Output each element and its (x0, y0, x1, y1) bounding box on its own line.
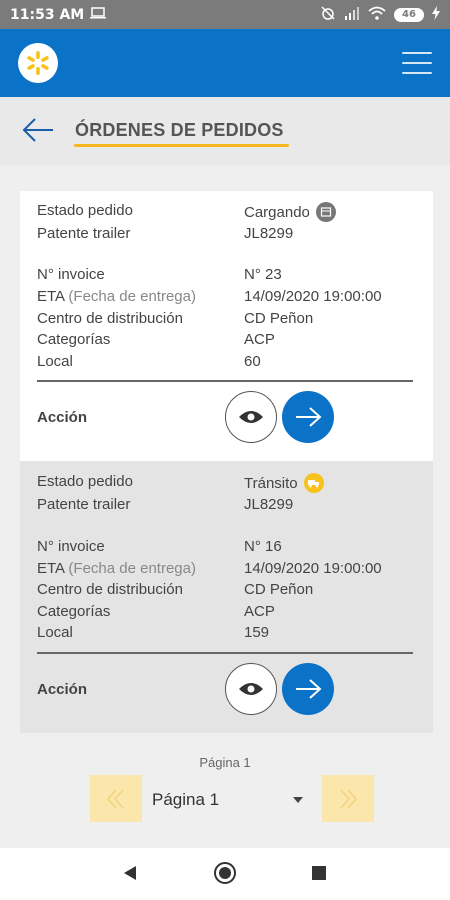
estado-value: Tránsito (244, 474, 298, 492)
double-chevron-right-icon (340, 789, 358, 808)
local-value: 159 (244, 624, 270, 641)
nav-back-icon[interactable] (123, 865, 137, 885)
nav-recents-icon[interactable] (312, 866, 326, 880)
order-card: Estado pedido Tránsito Patente trailer J… (20, 461, 433, 733)
eye-icon (239, 683, 263, 695)
invoice-value: N° 23 (244, 266, 282, 283)
status-time: 11:53 AM (10, 6, 85, 23)
local-label: Local (37, 353, 73, 370)
arrow-right-icon (296, 407, 322, 427)
estado-label: Estado pedido (37, 202, 133, 219)
centro-label: Centro de distribución (37, 310, 183, 327)
battery-indicator: 46 (394, 7, 424, 22)
eta-value: 14/09/2020 19:00:00 (244, 288, 382, 305)
system-nav-bar (0, 848, 450, 900)
patente-value: JL8299 (244, 225, 294, 242)
invoice-label: N° invoice (37, 266, 105, 283)
prev-page-button[interactable] (90, 775, 142, 822)
pagination-label: Página 1 (199, 755, 251, 770)
patente-value: JL8299 (244, 496, 294, 513)
back-arrow-icon[interactable] (22, 117, 54, 143)
centro-value: CD Peñon (244, 310, 314, 327)
truck-icon (303, 473, 324, 493)
page-header: ÓRDENES DE PEDIDOS (0, 97, 450, 165)
spark-icon (27, 51, 49, 75)
view-button[interactable] (225, 663, 277, 715)
categorias-value: ACP (244, 331, 275, 348)
eye-icon (239, 411, 263, 423)
patente-label: Patente trailer (37, 225, 131, 242)
hamburger-menu-icon[interactable] (402, 52, 432, 74)
accion-label: Acción (37, 409, 88, 426)
page-title: ÓRDENES DE PEDIDOS (75, 120, 284, 140)
double-chevron-left-icon (106, 789, 124, 808)
eta-label: ETA (37, 560, 65, 577)
app-bar (0, 29, 450, 97)
title-underline (74, 144, 289, 147)
centro-value: CD Peñon (244, 581, 314, 598)
categorias-value: ACP (244, 603, 275, 620)
page-select-value: Página 1 (152, 790, 220, 809)
eta-sub-label: (Fecha de entrega) (68, 288, 196, 305)
dropdown-caret-icon (293, 797, 303, 803)
eta-sub-label: (Fecha de entrega) (68, 560, 196, 577)
signal-icon (344, 6, 360, 24)
estado-label: Estado pedido (37, 473, 133, 490)
invoice-value: N° 16 (244, 538, 282, 555)
status-bar: 11:53 AM 46 (0, 0, 450, 29)
go-button[interactable] (282, 391, 334, 443)
local-label: Local (37, 624, 73, 641)
order-card: Estado pedido Cargando Patente trailer J… (20, 191, 433, 461)
brand-logo[interactable] (18, 43, 58, 83)
invoice-label: N° invoice (37, 538, 105, 555)
arrow-right-icon (296, 679, 322, 699)
categorias-label: Categorías (37, 331, 111, 348)
patente-label: Patente trailer (37, 496, 131, 513)
eta-value: 14/09/2020 19:00:00 (244, 560, 382, 577)
loading-box-icon (315, 202, 336, 222)
accion-label: Acción (37, 681, 88, 698)
estado-value: Cargando (244, 203, 310, 221)
alarm-off-icon (320, 5, 336, 25)
centro-label: Centro de distribución (37, 581, 183, 598)
divider (37, 652, 413, 654)
go-button[interactable] (282, 663, 334, 715)
charging-icon (432, 5, 440, 24)
laptop-icon (90, 6, 107, 23)
next-page-button[interactable] (322, 775, 374, 822)
wifi-icon (368, 6, 386, 24)
page-select[interactable]: Página 1 (152, 784, 307, 816)
eta-label: ETA (37, 288, 65, 305)
divider (37, 380, 413, 382)
nav-home-icon[interactable] (214, 862, 236, 884)
local-value: 60 (244, 353, 261, 370)
categorias-label: Categorías (37, 603, 111, 620)
view-button[interactable] (225, 391, 277, 443)
